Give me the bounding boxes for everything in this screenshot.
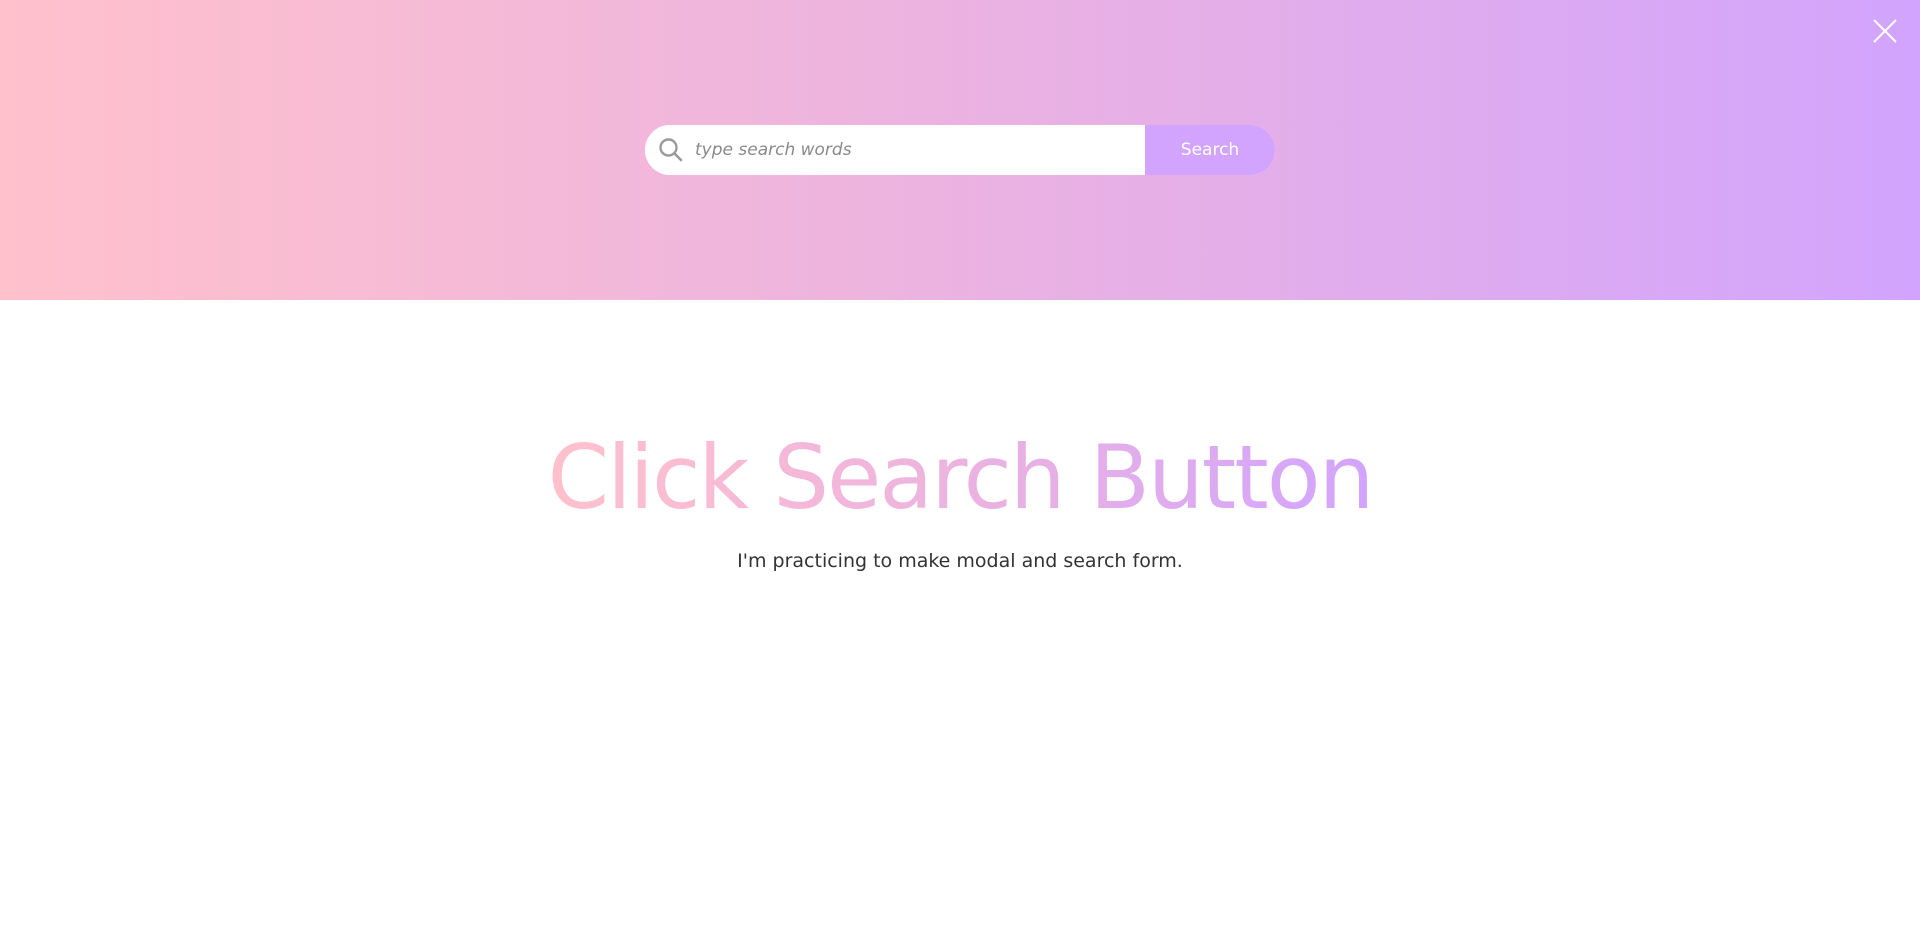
- search-button[interactable]: Search: [1145, 125, 1275, 175]
- page-title: Click Search Button: [547, 426, 1375, 529]
- search-form: Search: [645, 125, 1275, 175]
- search-icon: [658, 137, 684, 163]
- search-field: [645, 125, 1145, 175]
- search-input[interactable]: [695, 125, 1145, 175]
- search-modal: Search: [0, 0, 1920, 300]
- close-icon: [1873, 19, 1897, 43]
- close-button[interactable]: [1870, 16, 1900, 46]
- page-subtitle: I'm practicing to make modal and search …: [737, 550, 1183, 572]
- hero-section: Click Search Button I'm practicing to ma…: [0, 300, 1920, 573]
